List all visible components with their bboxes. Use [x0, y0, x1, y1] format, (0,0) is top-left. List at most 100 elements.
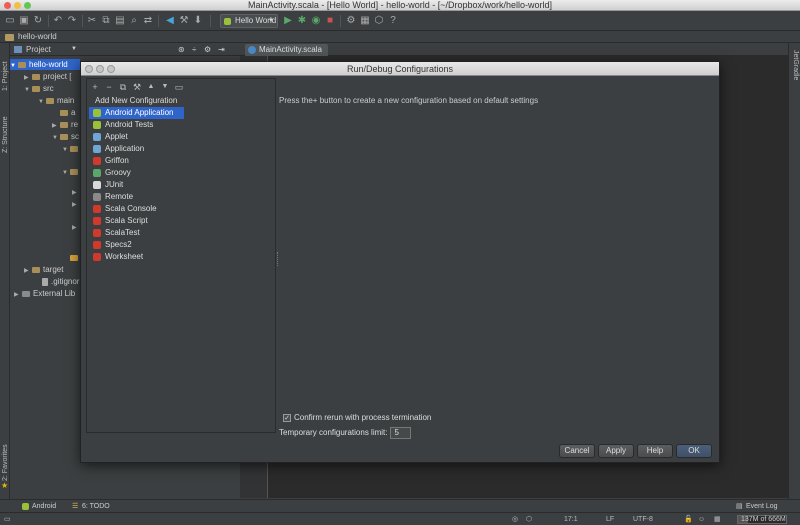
config-type-item[interactable]: Scala Console [89, 203, 184, 215]
move-down-icon[interactable]: ▼ [160, 81, 170, 93]
vcs-icon[interactable]: ⬡ [526, 513, 532, 525]
redo-icon[interactable]: ↷ [66, 15, 78, 27]
applet-icon [93, 133, 101, 141]
hide-panel-icon[interactable]: ⇥ [218, 43, 225, 56]
cut-icon[interactable]: ✂ [86, 15, 98, 27]
temp-limit-input[interactable]: 5 [390, 426, 412, 439]
tab-jetgradle[interactable]: JetGradle [792, 50, 799, 80]
run-debug-dialog: Run/Debug Configurations + − ⧉ ⚒ ▲ ▼ ▭ A… [80, 61, 720, 463]
create-configuration-hint: Press the+ button to create a new config… [279, 96, 539, 105]
tree-item-a[interactable]: a [52, 107, 75, 118]
help-button[interactable]: Help [637, 444, 673, 458]
chevron-down-icon[interactable]: ▼ [71, 43, 77, 56]
dialog-close-button[interactable] [85, 65, 93, 73]
coverage-icon[interactable]: ◉ [310, 15, 322, 27]
tree-item-res[interactable]: ▶ re [52, 119, 78, 130]
tab-project[interactable]: 1: Project [2, 61, 9, 91]
tree-item-external-libraries[interactable]: ▶ External Lib [14, 288, 75, 299]
caret-position[interactable]: 17:1 [564, 513, 578, 525]
open-icon[interactable]: ▭ [4, 15, 16, 27]
tree-item-src[interactable]: ▼ src [24, 83, 54, 94]
tree-item-package-child[interactable]: ▼ [62, 166, 80, 177]
settings-icon[interactable]: ⚙ [345, 15, 357, 27]
config-type-item[interactable]: Worksheet [89, 251, 184, 263]
confirm-rerun-label: Confirm rerun with process termination [294, 413, 432, 422]
find-icon[interactable]: ⌕ [128, 15, 140, 27]
line-separator[interactable]: LF [606, 513, 614, 525]
config-type-item[interactable]: ScalaTest [89, 227, 184, 239]
sync-icon[interactable]: ↻ [32, 15, 44, 27]
move-up-icon[interactable]: ▲ [146, 81, 156, 93]
tree-item-gitignore[interactable]: .gitignor [34, 276, 79, 287]
collapse-all-icon[interactable]: ÷ [192, 43, 196, 56]
tree-item-hello-world[interactable]: ▼ hello-world [10, 59, 80, 70]
lock-icon[interactable]: 🔓 [684, 513, 693, 525]
settings-icon[interactable]: ⚙ [204, 43, 211, 56]
save-icon[interactable]: ▣ [18, 15, 30, 27]
project-structure-icon[interactable]: ▦ [359, 15, 371, 27]
split-divider[interactable] [277, 252, 279, 266]
tree-item-manifest[interactable]: A [62, 252, 80, 263]
dialog-zoom-button[interactable] [107, 65, 115, 73]
toggle-tool-windows-icon[interactable]: ▭ [4, 513, 11, 525]
tab-structure[interactable]: Z: Structure [2, 116, 9, 153]
breadcrumb[interactable]: hello-world [0, 31, 800, 43]
confirm-rerun-row[interactable]: ✓ Confirm rerun with process termination [283, 413, 431, 422]
tree-item-package[interactable]: ▼ [62, 143, 80, 154]
tree-item-project[interactable]: ▶ project [ [24, 71, 71, 82]
run-icon[interactable]: ▶ [282, 15, 294, 27]
sdk-manager-icon[interactable]: ⬡ [373, 15, 385, 27]
stop-icon[interactable]: ■ [324, 15, 336, 27]
copy-icon[interactable]: ⧉ [100, 15, 112, 27]
cancel-button[interactable]: Cancel [559, 444, 595, 458]
zoom-window-button[interactable] [24, 2, 31, 9]
close-window-button[interactable] [4, 2, 11, 9]
tree-item-main[interactable]: ▼ main [38, 95, 74, 106]
replace-icon[interactable]: ⇄ [142, 15, 154, 27]
apply-button[interactable]: Apply [598, 444, 634, 458]
tree-item-folder-2[interactable]: ▶ [72, 198, 80, 209]
scroll-from-source-icon[interactable]: ⊛ [178, 43, 185, 56]
tree-item-scala[interactable]: ▼ sc [52, 131, 79, 142]
tab-favorites[interactable]: 2: Favorites [2, 444, 9, 481]
memory-indicator[interactable]: 137M of 666M [737, 515, 787, 524]
undo-icon[interactable]: ↶ [52, 15, 64, 27]
config-type-item[interactable]: Application [89, 143, 184, 155]
tree-item-folder-1[interactable]: ▶ [72, 186, 80, 197]
file-encoding[interactable]: UTF-8 [633, 513, 653, 525]
inspector-icon[interactable]: ☺ [698, 513, 705, 525]
debug-icon[interactable]: ✱ [296, 15, 308, 27]
copy-icon[interactable]: ⧉ [118, 81, 128, 93]
dialog-minimize-button[interactable] [96, 65, 104, 73]
minimize-window-button[interactable] [14, 2, 21, 9]
run-config-selector[interactable]: Hello World ▼ [220, 14, 278, 28]
config-type-item[interactable]: Griffon [89, 155, 184, 167]
tree-item-folder-3[interactable]: ▶ [72, 221, 80, 232]
confirm-rerun-checkbox[interactable]: ✓ [283, 413, 291, 422]
folder-icon[interactable]: ▭ [174, 81, 184, 93]
paste-icon[interactable]: ▤ [114, 15, 126, 27]
tab-main-activity[interactable]: MainActivity.scala [245, 44, 328, 56]
config-type-item[interactable]: Android Tests [89, 119, 184, 131]
project-view-selector[interactable]: Project [26, 43, 51, 56]
config-type-item[interactable]: Applet [89, 131, 184, 143]
config-type-item[interactable]: Groovy [89, 167, 184, 179]
background-tasks-icon[interactable]: ◎ [512, 513, 518, 525]
scala-icon [93, 205, 101, 213]
remove-icon[interactable]: − [104, 81, 114, 93]
ok-button[interactable]: OK [676, 444, 712, 458]
edit-defaults-icon[interactable]: ⚒ [132, 81, 142, 93]
breadcrumb-project[interactable]: hello-world [18, 32, 57, 41]
tree-item-target[interactable]: ▶ target [24, 264, 63, 275]
config-type-item[interactable]: Specs2 [89, 239, 184, 251]
make-icon[interactable]: ⬇ [192, 15, 204, 27]
config-type-item[interactable]: Scala Script [89, 215, 184, 227]
config-type-item[interactable]: Android Application [89, 107, 184, 119]
help-icon[interactable]: ? [387, 15, 399, 27]
build-icon[interactable]: ⚒ [178, 15, 190, 27]
config-type-item[interactable]: Remote [89, 191, 184, 203]
back-icon[interactable]: ◀ [164, 15, 176, 27]
add-icon[interactable]: + [90, 81, 100, 93]
event-indicator-icon[interactable]: ▦ [714, 513, 721, 525]
config-type-item[interactable]: JUnit [89, 179, 184, 191]
